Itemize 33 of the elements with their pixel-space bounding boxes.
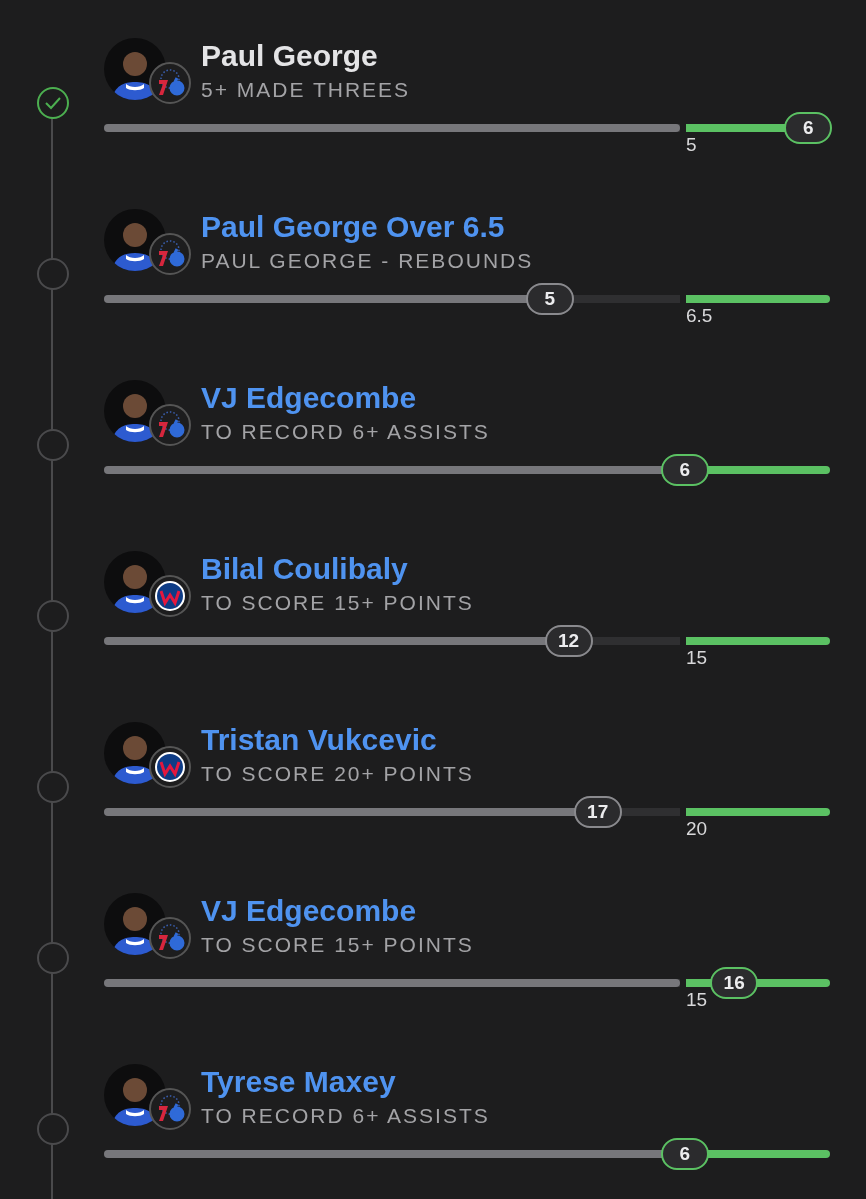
prop-description: 5+ MADE THREES <box>201 77 411 103</box>
current-value-tooltip: 17 <box>573 796 622 828</box>
team-logo-icon <box>149 917 191 959</box>
target-value: 15 <box>686 647 708 669</box>
target-value: 15 <box>686 989 708 1011</box>
player-prop-title: VJ Edgecombe <box>201 380 418 416</box>
current-value-tooltip: 6 <box>660 1138 709 1170</box>
team-logo-icon <box>149 62 191 104</box>
current-value-tooltip: 12 <box>544 625 593 657</box>
team-logo-icon <box>149 404 191 446</box>
prop-description: PAUL GEORGE - REBOUNDS <box>201 248 534 274</box>
team-logo-icon <box>149 746 191 788</box>
player-prop-title: Paul George Over 6.5 <box>201 209 506 245</box>
prop-description: TO SCORE 15+ POINTS <box>201 590 474 616</box>
current-value-tooltip: 5 <box>525 283 574 315</box>
prop-description: TO SCORE 20+ POINTS <box>201 761 474 787</box>
player-prop-title: VJ Edgecombe <box>201 893 418 929</box>
player-prop-title: Tyrese Maxey <box>201 1064 397 1100</box>
target-value: 6.5 <box>686 305 713 327</box>
target-value: 20 <box>686 818 708 840</box>
prop-description: TO SCORE 15+ POINTS <box>201 932 474 958</box>
team-logo-icon <box>149 233 191 275</box>
prop-description: TO RECORD 6+ ASSISTS <box>201 1103 490 1129</box>
current-value-tooltip: 6 <box>784 112 833 144</box>
team-logo-icon <box>149 575 191 617</box>
player-prop-title: Paul George <box>201 38 379 74</box>
current-value-tooltip: 16 <box>710 967 759 999</box>
team-logo-icon <box>149 1088 191 1130</box>
player-prop-title: Tristan Vukcevic <box>201 722 438 758</box>
prop-description: TO RECORD 6+ ASSISTS <box>201 419 490 445</box>
player-prop-title: Bilal Coulibaly <box>201 551 409 587</box>
target-value: 5 <box>686 134 697 156</box>
current-value-tooltip: 6 <box>660 454 709 486</box>
